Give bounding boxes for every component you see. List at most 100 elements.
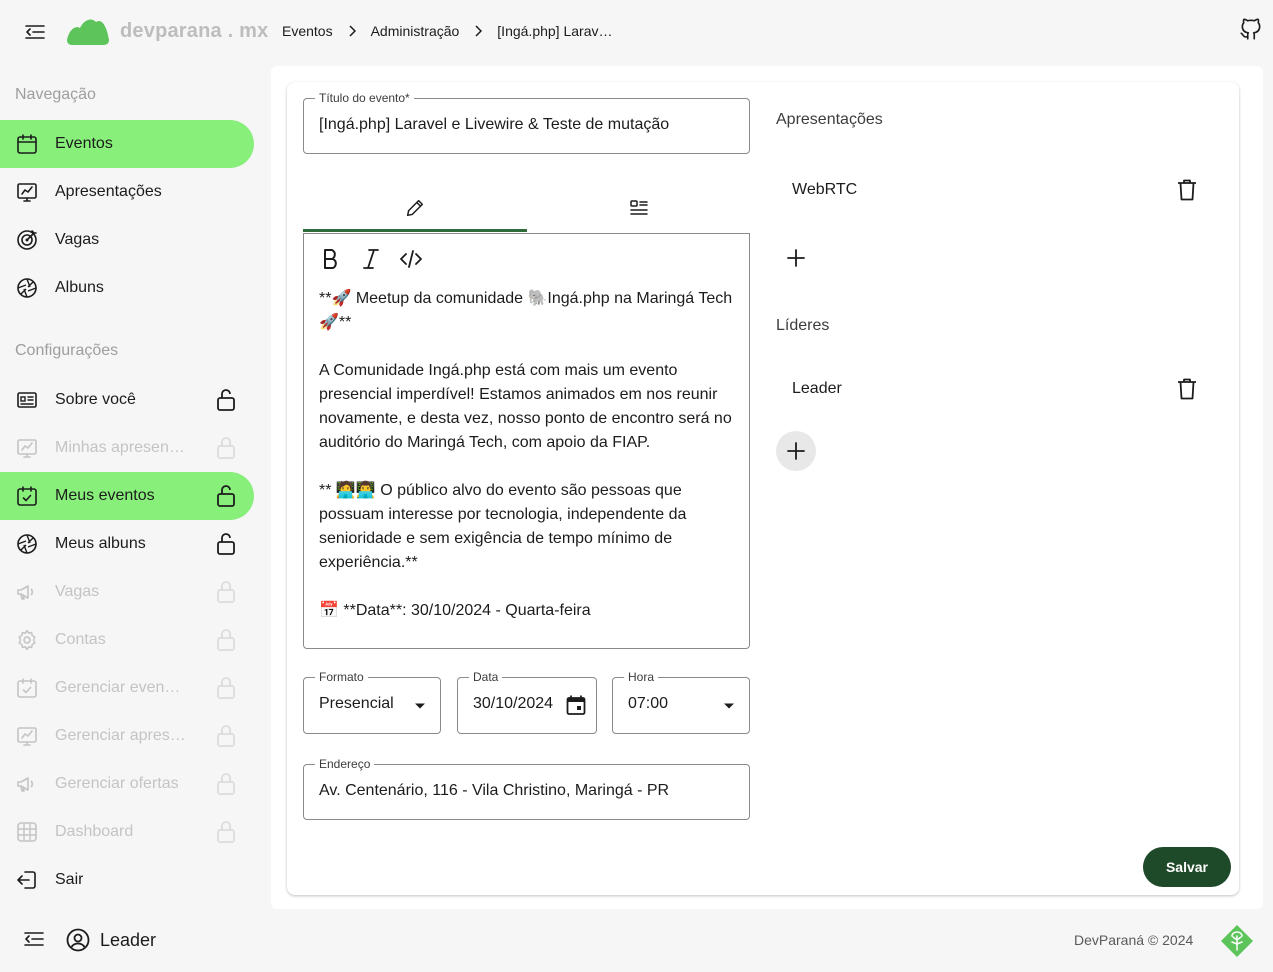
- sidebar-item-label: Minhas apresentações: [55, 439, 185, 456]
- time-label: Hora: [624, 670, 659, 684]
- user-menu[interactable]: Leader: [66, 928, 156, 952]
- logo-text: devparana . mx: [120, 19, 269, 42]
- code-icon[interactable]: [398, 246, 424, 272]
- sidebar-item-label: Dashboard: [55, 823, 134, 840]
- date-label: Data: [469, 670, 503, 684]
- sidebar-item-albuns[interactable]: Albuns: [0, 264, 254, 312]
- caret-down-icon: [724, 703, 734, 709]
- presentation-icon: [17, 439, 37, 458]
- sidebar-item-eventos[interactable]: Eventos: [0, 120, 254, 168]
- lock-icon: [217, 821, 235, 843]
- sidebar-item-meus-eventos[interactable]: Meus eventos: [0, 472, 254, 520]
- add-presentation-button[interactable]: [776, 238, 816, 278]
- sidebar-item-sair[interactable]: Sair: [0, 856, 254, 904]
- lock-icon: [217, 725, 235, 747]
- time-value: 07:00: [628, 695, 669, 712]
- presentation-item-label: WebRTC: [792, 181, 858, 198]
- lock-open-icon: [217, 485, 235, 507]
- lock-icon: [217, 437, 235, 459]
- format-select[interactable]: Formato Presencial: [303, 670, 441, 734]
- top-bar: devparana . mx Eventos Administração [In…: [0, 0, 1273, 64]
- preview-icon: [630, 200, 648, 215]
- pencil-icon: [406, 199, 424, 217]
- event-title-value: [Ingá.php] Laravel e Livewire & Teste de…: [319, 116, 670, 133]
- sidebar-item-meus-albuns[interactable]: Meus albuns: [0, 520, 254, 568]
- aperture-icon: [17, 278, 37, 298]
- lock-icon: [217, 629, 235, 651]
- lock-open-icon: [217, 533, 235, 555]
- editor-content[interactable]: **🚀 Meetup da comunidade 🐘Ingá.php na Ma…: [319, 287, 734, 623]
- sidebar-item-sobre-voce[interactable]: Sobre você: [0, 376, 254, 424]
- leader-item-label: Leader: [792, 380, 842, 397]
- nav-section-title: Navegação: [15, 86, 96, 103]
- breadcrumb-item-eventos[interactable]: Eventos: [282, 23, 333, 39]
- user-name: Leader: [100, 929, 157, 950]
- address-label: Endereço: [315, 757, 375, 771]
- tab-preview[interactable]: [527, 184, 751, 232]
- event-title-field[interactable]: Título do evento* [Ingá.php] Laravel e L…: [303, 91, 750, 154]
- save-button[interactable]: Salvar: [1143, 847, 1231, 887]
- calendar-check-icon: [17, 678, 37, 698]
- calendar-picker-icon[interactable]: [566, 694, 586, 716]
- format-value: Presencial: [319, 695, 394, 712]
- trash-icon[interactable]: [1176, 377, 1198, 401]
- sidebar-item-apresentacoes[interactable]: Apresentações: [0, 168, 254, 216]
- presentations-title: Apresentações: [776, 111, 883, 128]
- menu-collapse-icon[interactable]: [24, 931, 46, 951]
- plus-icon: [787, 442, 805, 460]
- copyright: DevParaná © 2024: [1074, 932, 1194, 948]
- editor-tabs: [303, 184, 750, 232]
- gear-icon: [18, 629, 36, 651]
- config-section-title: Configurações: [15, 342, 119, 359]
- mountain-logo-icon: [67, 19, 109, 45]
- caret-down-icon: [415, 703, 425, 709]
- format-label: Formato: [315, 670, 368, 684]
- tab-edit[interactable]: [303, 184, 527, 232]
- sidebar-item-contas: Contas: [0, 616, 254, 664]
- lock-icon: [217, 773, 235, 795]
- sidebar-item-vagas[interactable]: Vagas: [0, 216, 254, 264]
- sidebar-item-dashboard: Dashboard: [0, 808, 254, 856]
- address-value: Av. Centenário, 116 - Vila Christino, Ma…: [319, 782, 670, 799]
- sidebar-item-gerenciar-eventos: Gerenciar eventos: [0, 664, 254, 712]
- bold-icon[interactable]: [318, 246, 344, 272]
- trash-icon[interactable]: [1176, 178, 1198, 202]
- grid-icon: [17, 822, 37, 842]
- target-icon: [17, 230, 37, 250]
- sidebar-item-label: Vagas: [55, 231, 100, 248]
- sidebar-item-label: Eventos: [55, 135, 113, 152]
- megaphone-icon: [17, 585, 34, 600]
- lock-open-icon: [217, 389, 235, 411]
- breadcrumb-item-administracao[interactable]: Administração: [371, 23, 460, 39]
- presentation-icon: [17, 727, 37, 746]
- sidebar-item-label: Gerenciar eventos: [55, 679, 181, 696]
- date-field[interactable]: Data 30/10/2024: [457, 670, 597, 734]
- chevron-right-icon: [348, 25, 356, 37]
- sidebar-item-label: Sair: [55, 871, 84, 888]
- chevron-right-icon: [474, 25, 483, 37]
- megaphone-icon: [17, 777, 34, 792]
- sidebar-item-label: Apresentações: [55, 183, 162, 200]
- github-icon[interactable]: [1238, 16, 1264, 42]
- sidebar-item-gerenciar-ofertas: Gerenciar ofertas: [0, 760, 254, 808]
- sidebar-item-label: Gerenciar apresentações: [55, 727, 187, 744]
- italic-icon[interactable]: [358, 246, 384, 272]
- sidebar-item-vagas-config: Vagas: [0, 568, 254, 616]
- sidebar-item-label: Sobre você: [55, 391, 136, 408]
- id-card-icon: [17, 392, 37, 408]
- leader-item: Leader: [776, 365, 1216, 413]
- markdown-editor[interactable]: **🚀 Meetup da comunidade 🐘Ingá.php na Ma…: [303, 233, 750, 649]
- add-leader-button[interactable]: [776, 431, 816, 471]
- lock-icon: [217, 677, 235, 699]
- date-value: 30/10/2024: [473, 695, 553, 712]
- address-field[interactable]: Endereço Av. Centenário, 116 - Vila Chri…: [303, 757, 750, 820]
- sidebar: Navegação Eventos Apresentações Vagas Al…: [0, 64, 270, 914]
- logo[interactable]: devparana . mx: [66, 16, 268, 46]
- event-title-label: Título do evento*: [315, 91, 414, 105]
- logout-icon: [17, 871, 36, 889]
- menu-collapse-icon[interactable]: [22, 20, 48, 44]
- time-select[interactable]: Hora 07:00: [612, 670, 750, 734]
- calendar-check-icon: [17, 486, 37, 506]
- tree-logo-icon: [1221, 925, 1253, 957]
- lock-icon: [217, 581, 235, 603]
